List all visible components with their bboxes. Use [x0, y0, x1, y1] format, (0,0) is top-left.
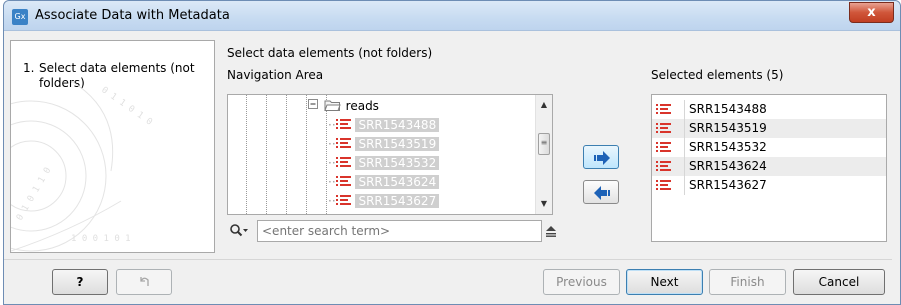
sequence-list-icon — [656, 123, 671, 133]
tree-item[interactable]: ·· SRR1543624 — [328, 173, 440, 192]
remove-from-selected-button[interactable] — [583, 180, 619, 204]
watermark-decoration: 0 1 1 0 1 0 0 1 0 1 1 0 1 0 0 1 0 1 — [11, 81, 154, 252]
sequence-list-icon — [656, 161, 671, 171]
tree-guide-line — [306, 95, 307, 214]
footer-divider — [4, 259, 892, 260]
sequence-list-icon — [656, 142, 671, 152]
title-bar[interactable]: Gx Associate Data with Metadata x — [4, 1, 900, 31]
search-icon[interactable] — [229, 223, 249, 239]
sequence-list-icon — [335, 195, 351, 205]
navigation-area-label: Navigation Area — [227, 68, 324, 82]
tree-item[interactable]: ·· SRR1543627 — [328, 192, 440, 211]
app-icon: Gx — [12, 9, 28, 25]
folder-open-icon — [324, 100, 341, 111]
search-row — [227, 220, 557, 242]
add-to-selected-button[interactable] — [583, 145, 619, 169]
list-item-label: SRR1543519 — [684, 119, 767, 138]
arrow-left-icon — [594, 186, 610, 200]
tree-guide-line — [286, 95, 287, 214]
sequence-list-icon — [335, 157, 351, 167]
navigation-tree[interactable]: reads ·· SRR1543488 ·· SRR1543519 ·· SRR… — [227, 94, 553, 215]
tree-scrollbar[interactable]: ▲ ≡ ▼ — [535, 95, 552, 214]
list-item-label: SRR1543624 — [684, 157, 767, 176]
tree-guide-line — [246, 95, 247, 214]
selected-elements-list[interactable]: SRR1543488 SRR1543519 SRR1543532 SRR1543… — [651, 94, 887, 242]
sequence-list-icon — [656, 104, 671, 114]
tree-item-label: SRR1543488 — [355, 118, 440, 132]
list-item[interactable]: SRR1543488 — [652, 100, 886, 119]
scroll-thumb[interactable]: ≡ — [538, 133, 550, 155]
collapse-toggle-icon[interactable] — [308, 99, 320, 111]
undo-icon — [140, 277, 149, 286]
tree-item[interactable]: ·· SRR1543488 — [328, 116, 440, 135]
sequence-list-icon — [335, 138, 351, 148]
list-item[interactable]: SRR1543532 — [652, 138, 886, 157]
help-button[interactable]: ? — [52, 269, 108, 295]
search-input[interactable] — [257, 220, 542, 242]
selected-elements-label: Selected elements (5) — [651, 68, 784, 82]
tree-guide-line — [266, 95, 267, 214]
scroll-down-arrow-icon[interactable]: ▼ — [536, 196, 552, 212]
tree-item[interactable]: ·· SRR1543519 — [328, 135, 440, 154]
next-button[interactable]: Next — [626, 269, 703, 295]
steps-panel: 1. Select data elements (not folders) 0 … — [10, 40, 215, 253]
list-item-label: SRR1543532 — [684, 138, 767, 157]
sequence-list-icon — [335, 176, 351, 186]
sequence-list-icon — [656, 180, 671, 190]
close-button[interactable]: x — [849, 2, 894, 23]
svg-text:1 0 0 1 0 1: 1 0 0 1 0 1 — [71, 234, 131, 244]
cancel-button[interactable]: Cancel — [793, 269, 885, 295]
arrow-right-icon — [594, 151, 610, 165]
finish-button[interactable]: Finish — [709, 269, 786, 295]
svg-text:0 1 0 1 1 0: 0 1 0 1 1 0 — [15, 166, 53, 223]
tree-item-label: SRR1543624 — [355, 175, 440, 189]
previous-button[interactable]: Previous — [543, 269, 620, 295]
window-title: Associate Data with Metadata — [35, 8, 230, 23]
list-item-label: SRR1543488 — [684, 100, 767, 119]
list-item-label: SRR1543627 — [684, 176, 767, 195]
list-item[interactable]: SRR1543624 — [652, 157, 886, 176]
help-button-label: ? — [76, 275, 84, 289]
restore-button[interactable] — [116, 269, 172, 295]
tree-folder-label: reads — [345, 99, 379, 113]
tree-item[interactable]: ·· SRR1543532 — [328, 154, 440, 173]
collapse-all-icon[interactable] — [545, 224, 557, 238]
list-item[interactable]: SRR1543627 — [652, 176, 886, 195]
list-item[interactable]: SRR1543519 — [652, 119, 886, 138]
tree-item-label: SRR1543519 — [355, 137, 440, 151]
step-number: 1. — [23, 61, 35, 75]
tree-folder-reads[interactable]: reads — [308, 97, 379, 116]
sequence-list-icon — [335, 119, 351, 129]
tree-item-label: SRR1543627 — [355, 194, 440, 208]
scroll-up-arrow-icon[interactable]: ▲ — [536, 97, 552, 113]
section-title: Select data elements (not folders) — [227, 46, 433, 60]
tree-item-label: SRR1543532 — [355, 156, 440, 170]
